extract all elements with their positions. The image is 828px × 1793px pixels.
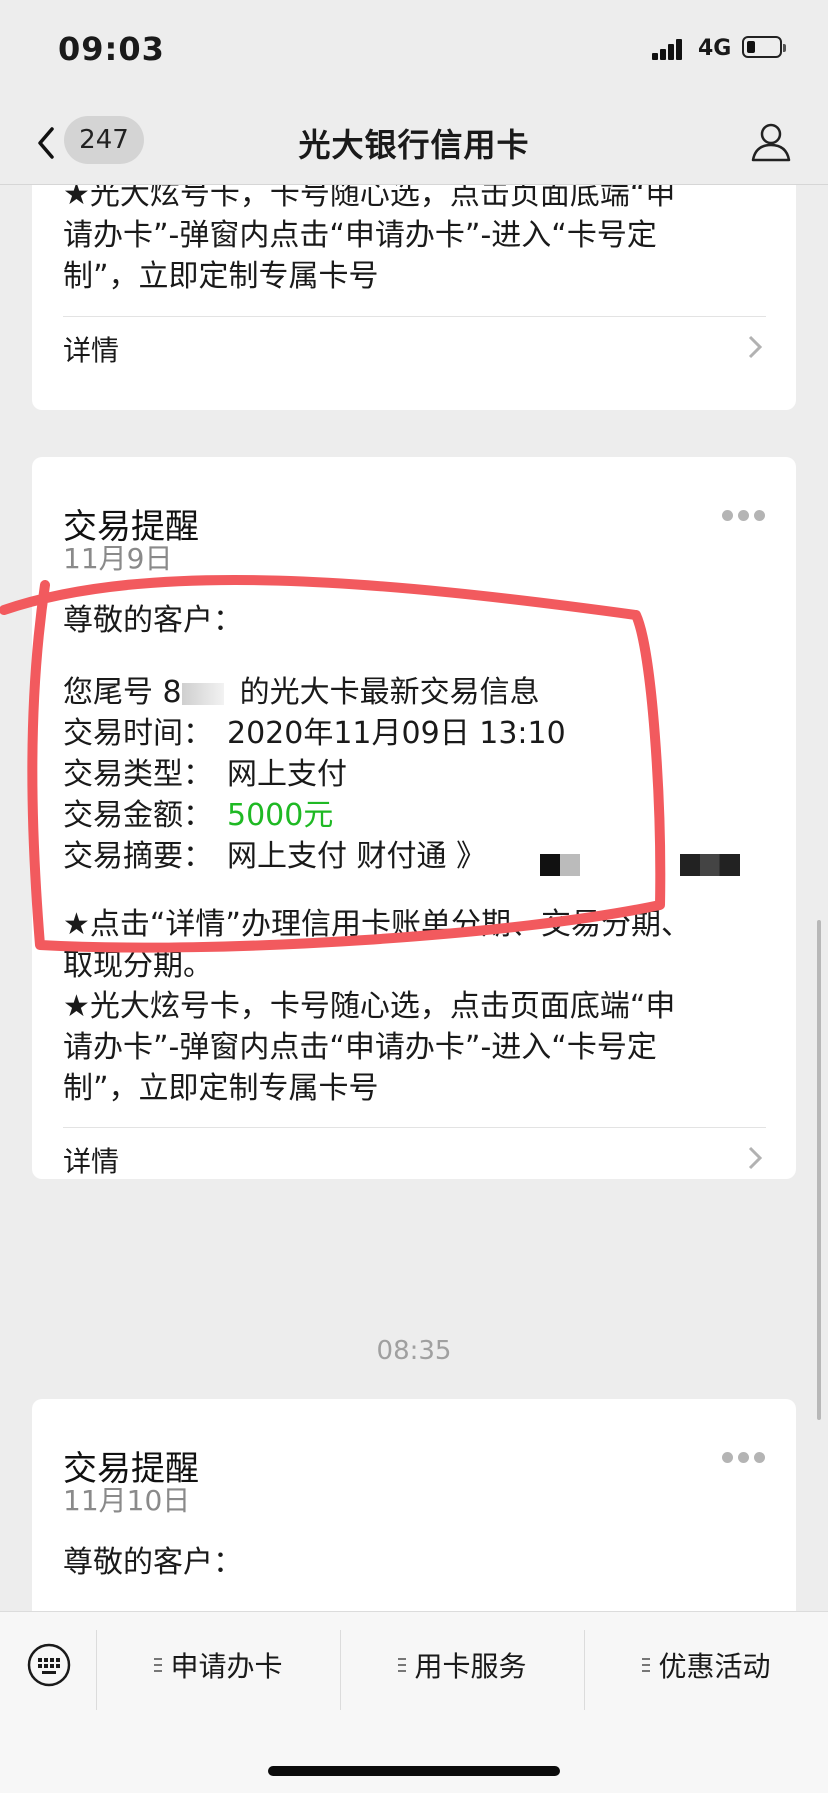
redacted-block [181, 682, 224, 705]
chevron-right-icon [748, 1146, 763, 1170]
redacted-block [540, 854, 580, 876]
menu-card-service[interactable]: 用卡服务 [341, 1642, 584, 1692]
menu-label: 申请办卡 [170, 1650, 283, 1683]
detail-label: 详情 [63, 334, 120, 367]
type-row: 交易类型： 网上支付 [63, 754, 347, 795]
menu-promotions[interactable]: 优惠活动 [585, 1642, 828, 1692]
more-options-icon[interactable] [722, 1452, 766, 1464]
time-label: 交易时间： [63, 716, 213, 751]
status-bar: 09:03 4G [0, 0, 828, 100]
amount-row: 交易金额： 5000元 [63, 795, 333, 836]
time-row: 交易时间： 2020年11月09日 13:10 [63, 713, 566, 754]
detail-link[interactable]: 详情 [63, 317, 766, 377]
promo-line: ★光大炫号卡，卡号随心选，点击页面底端“申 [63, 989, 676, 1024]
summary-label: 交易摘要： [63, 839, 213, 874]
menu-label: 用卡服务 [414, 1650, 527, 1683]
promo-line: ★点击“详情”办理信用卡账单分期、交易分期、 [63, 907, 691, 942]
nav-bar: 247 光大银行信用卡 [0, 100, 828, 185]
greeting: 尊敬的客户： [63, 1545, 243, 1580]
card-number-prefix: 您尾号 8 [63, 675, 182, 710]
message-card: 交易提醒 11月9日 尊敬的客户： 您尾号 8 的光大卡最新交易信息 交易时间： 2… [32, 457, 796, 1179]
battery-icon [742, 36, 786, 58]
message-timestamp: 08:35 [376, 1336, 452, 1366]
redacted-block [680, 854, 740, 876]
promo-line: 制”，立即定制专属卡号 [63, 259, 379, 294]
menu-lines-icon [398, 1658, 407, 1672]
amount-label: 交易金额： [63, 798, 213, 833]
card-date: 11月10日 [63, 1484, 191, 1517]
summary-row: 交易摘要： 网上支付 财付通 》 [63, 836, 486, 877]
message-card: 交易提醒 11月10日 尊敬的客户： [32, 1399, 796, 1611]
home-indicator [268, 1766, 560, 1776]
menu-lines-icon [642, 1658, 651, 1672]
card-number-suffix: 的光大卡最新交易信息 [239, 675, 540, 710]
detail-link[interactable]: 详情 [63, 1128, 766, 1188]
card-date: 11月9日 [63, 542, 173, 575]
summary-value: 网上支付 财付通 》 [227, 839, 487, 874]
message-card: ★光大炫号卡，卡号随心选，点击页面底端“申 请办卡”-弹窗内点击“申请办卡”-进… [32, 185, 796, 410]
keyboard-icon[interactable] [26, 1642, 72, 1688]
promo-line: 取现分期。 [63, 948, 213, 983]
promo-line: 制”，立即定制专属卡号 [63, 1071, 379, 1106]
chat-title: 光大银行信用卡 [298, 126, 530, 164]
more-options-icon[interactable] [722, 510, 766, 522]
promo-line: 请办卡”-弹窗内点击“申请办卡”-进入“卡号定 [63, 218, 657, 253]
greeting: 尊敬的客户： [63, 603, 243, 638]
menu-label: 优惠活动 [658, 1650, 771, 1683]
status-time: 09:03 [58, 30, 165, 68]
chevron-right-icon [748, 335, 763, 359]
amount-value: 5000元 [227, 798, 334, 833]
scrollbar[interactable] [817, 920, 821, 1420]
network-label: 4G [698, 36, 732, 61]
type-label: 交易类型： [63, 757, 213, 792]
type-value: 网上支付 [227, 757, 347, 792]
menu-lines-icon [154, 1658, 163, 1672]
signal-icon [652, 38, 682, 60]
message-list[interactable]: ★光大炫号卡，卡号随心选，点击页面底端“申 请办卡”-弹窗内点击“申请办卡”-进… [0, 185, 828, 1611]
card-number-line: 您尾号 8 的光大卡最新交易信息 [63, 672, 540, 713]
menu-apply-card[interactable]: 申请办卡 [97, 1642, 340, 1692]
promo-line: 请办卡”-弹窗内点击“申请办卡”-进入“卡号定 [63, 1030, 657, 1065]
promo-line: ★光大炫号卡，卡号随心选，点击页面底端“申 [63, 185, 676, 212]
detail-label: 详情 [63, 1145, 120, 1178]
profile-icon[interactable] [748, 118, 794, 164]
time-value: 2020年11月09日 13:10 [227, 716, 566, 751]
